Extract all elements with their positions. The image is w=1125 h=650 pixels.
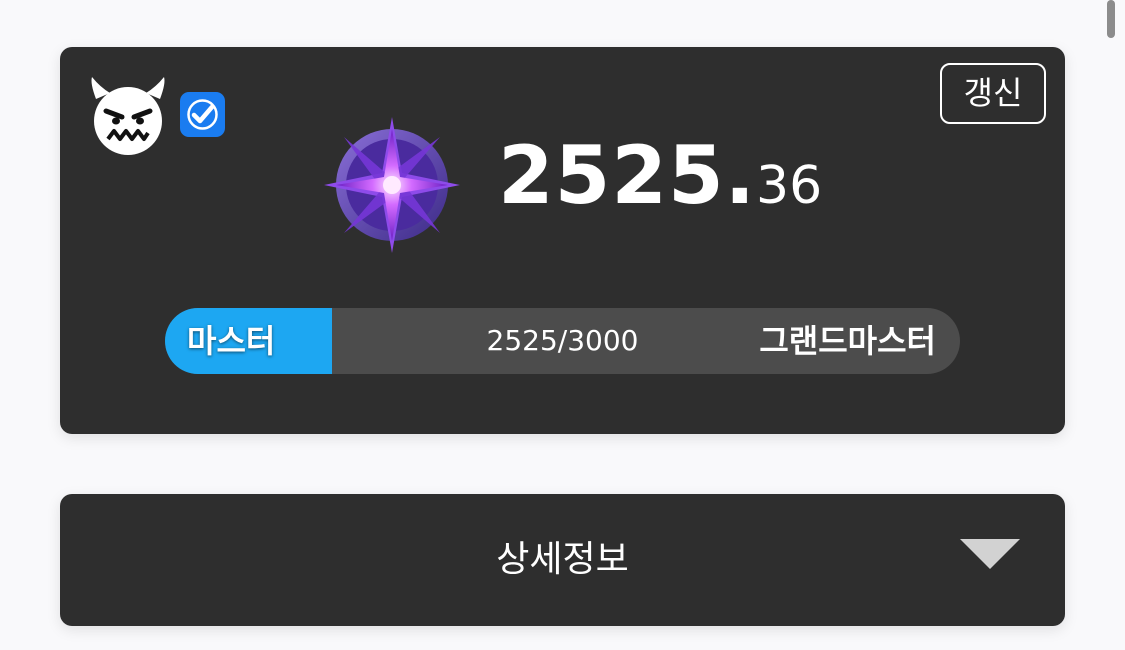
detail-label: 상세정보	[496, 539, 629, 580]
triangle-down-icon	[960, 539, 1020, 575]
refresh-button[interactable]: 갱신	[940, 63, 1046, 124]
next-tier-label: 그랜드마스터	[759, 322, 936, 360]
rank-card: 갱신 2525.36 마스터 2525/3000 그랜드마스터	[60, 47, 1065, 434]
rating-value: 2525.36	[498, 129, 822, 229]
checkbox-checked-icon	[187, 99, 218, 130]
master-tier-crystal-icon	[322, 115, 462, 255]
verified-checkbox[interactable]	[180, 92, 225, 137]
page-scrollbar[interactable]	[1107, 0, 1115, 38]
tier-progress-bar: 마스터 2525/3000 그랜드마스터	[165, 308, 960, 374]
devil-face-icon	[86, 73, 170, 157]
rating-integer: 2525.	[498, 129, 757, 222]
rating-fraction: 36	[756, 156, 823, 216]
detail-toggle[interactable]: 상세정보	[60, 494, 1065, 626]
